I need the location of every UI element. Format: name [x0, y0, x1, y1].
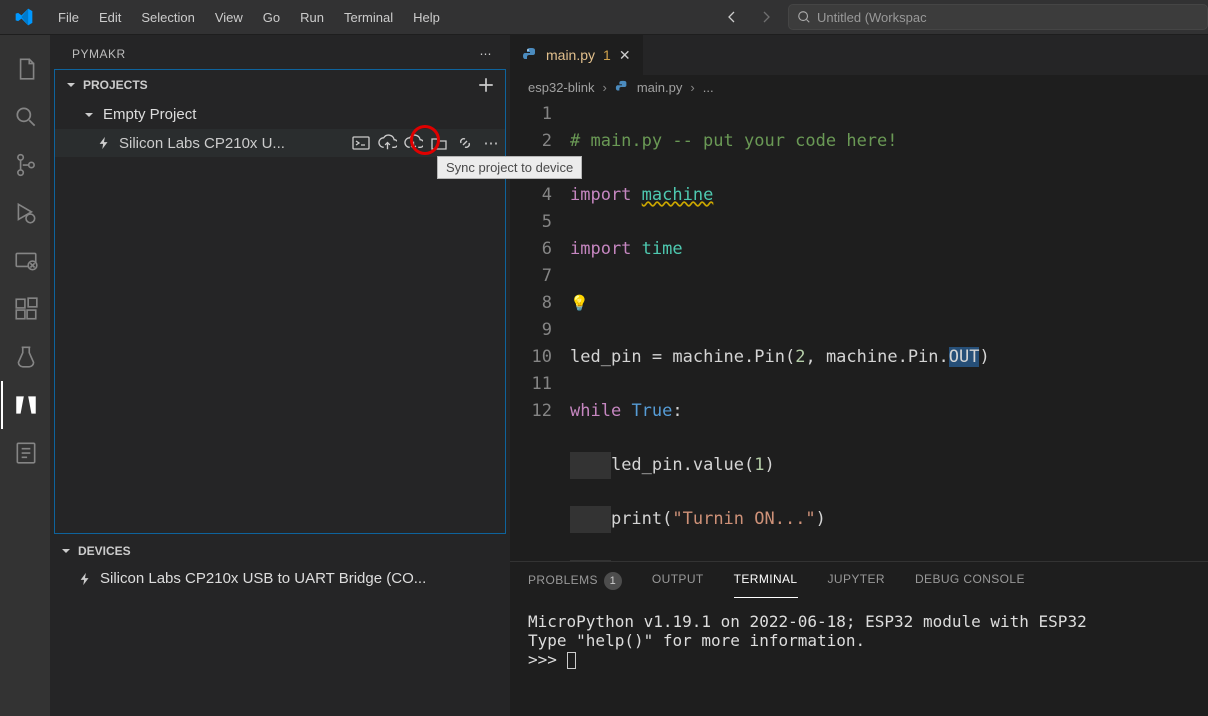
editor-area: main.py 1 ✕ esp32-blink › main.py › ... … [510, 35, 1208, 716]
menu-help[interactable]: Help [403, 4, 450, 31]
title-bar: File Edit Selection View Go Run Terminal… [0, 0, 1208, 35]
tab-debug-console[interactable]: DEBUG CONSOLE [915, 572, 1025, 598]
run-debug-activity[interactable] [1, 189, 49, 237]
menu-view[interactable]: View [205, 4, 253, 31]
tab-terminal[interactable]: TERMINAL [734, 572, 798, 598]
projects-section: PROJECTS Empty Project Silicon Labs CP21… [54, 69, 506, 534]
menu-terminal[interactable]: Terminal [334, 4, 403, 31]
menu-bar: File Edit Selection View Go Run Terminal… [48, 4, 450, 31]
menu-run[interactable]: Run [290, 4, 334, 31]
sidebar-title: PYMAKR [72, 47, 126, 61]
tab-output[interactable]: OUTPUT [652, 572, 704, 598]
command-center-search[interactable]: Untitled (Workspac [788, 4, 1208, 30]
tab-problems[interactable]: PROBLEMS1 [528, 572, 622, 598]
terminal-cursor [567, 652, 576, 669]
project-name: Empty Project [103, 106, 196, 123]
chevron-down-icon [65, 79, 77, 91]
editor-tabs: main.py 1 ✕ [510, 35, 1208, 75]
menu-file[interactable]: File [48, 4, 89, 31]
crumb-folder[interactable]: esp32-blink [528, 80, 595, 95]
device-more-icon[interactable]: ⋯ [481, 133, 501, 153]
tab-dirty-indicator: 1 [603, 47, 611, 63]
explorer-activity[interactable] [1, 45, 49, 93]
chevron-down-icon [60, 545, 72, 557]
lightning-icon [97, 136, 111, 150]
sync-upload-icon[interactable] [377, 133, 397, 153]
project-item[interactable]: Empty Project [55, 100, 505, 129]
chevron-down-icon [83, 109, 95, 121]
search-placeholder: Untitled (Workspac [817, 10, 927, 25]
terminal-icon[interactable] [351, 133, 371, 153]
tab-main-py[interactable]: main.py 1 ✕ [510, 35, 644, 75]
project-device-row[interactable]: Silicon Labs CP210x U... ⋯ Sync project … [55, 129, 505, 157]
code-content[interactable]: # main.py -- put your code here! import … [570, 101, 1208, 561]
menu-selection[interactable]: Selection [131, 4, 204, 31]
add-project-button[interactable] [477, 76, 495, 94]
tab-close-icon[interactable]: ✕ [619, 47, 631, 64]
vscode-logo-icon [14, 7, 34, 27]
testing-activity[interactable] [1, 333, 49, 381]
devices-header[interactable]: DEVICES [50, 538, 510, 564]
tab-filename: main.py [546, 47, 595, 63]
activity-bar [0, 35, 50, 716]
sidebar-more-icon[interactable]: ⋯ [480, 47, 493, 61]
tab-jupyter[interactable]: JUPYTER [828, 572, 885, 598]
sidebar: PYMAKR ⋯ PROJECTS Empty Project Silicon … [50, 35, 510, 716]
menu-go[interactable]: Go [253, 4, 290, 31]
download-cloud-icon[interactable] [403, 133, 423, 153]
remote-activity[interactable] [1, 237, 49, 285]
extensions-activity[interactable] [1, 285, 49, 333]
device-name-full: Silicon Labs CP210x USB to UART Bridge (… [100, 570, 426, 587]
menu-edit[interactable]: Edit [89, 4, 131, 31]
crumb-file[interactable]: main.py [637, 80, 683, 95]
device-name-short: Silicon Labs CP210x U... [119, 135, 285, 152]
source-control-activity[interactable] [1, 141, 49, 189]
nav-back-button[interactable] [720, 5, 744, 29]
lightning-icon [78, 572, 92, 586]
search-icon [797, 10, 811, 24]
tooltip: Sync project to device [437, 156, 582, 179]
lightbulb-icon[interactable]: 💡 [570, 294, 589, 312]
breadcrumb[interactable]: esp32-blink › main.py › ... [510, 75, 1208, 99]
code-editor[interactable]: 123456789101112 # main.py -- put your co… [510, 99, 1208, 561]
device-item[interactable]: Silicon Labs CP210x USB to UART Bridge (… [50, 564, 510, 593]
python-icon [615, 80, 629, 94]
bookmark-activity[interactable] [1, 429, 49, 477]
projects-header[interactable]: PROJECTS [55, 70, 505, 100]
bottom-panel: PROBLEMS1 OUTPUT TERMINAL JUPYTER DEBUG … [510, 561, 1208, 716]
problems-count-badge: 1 [604, 572, 622, 590]
unlink-icon[interactable] [455, 133, 475, 153]
nav-forward-button[interactable] [754, 5, 778, 29]
python-icon [522, 47, 538, 63]
search-activity[interactable] [1, 93, 49, 141]
pymakr-activity[interactable] [1, 381, 49, 429]
terminal-output[interactable]: MicroPython v1.19.1 on 2022-06-18; ESP32… [510, 598, 1208, 716]
folder-icon[interactable] [429, 133, 449, 153]
